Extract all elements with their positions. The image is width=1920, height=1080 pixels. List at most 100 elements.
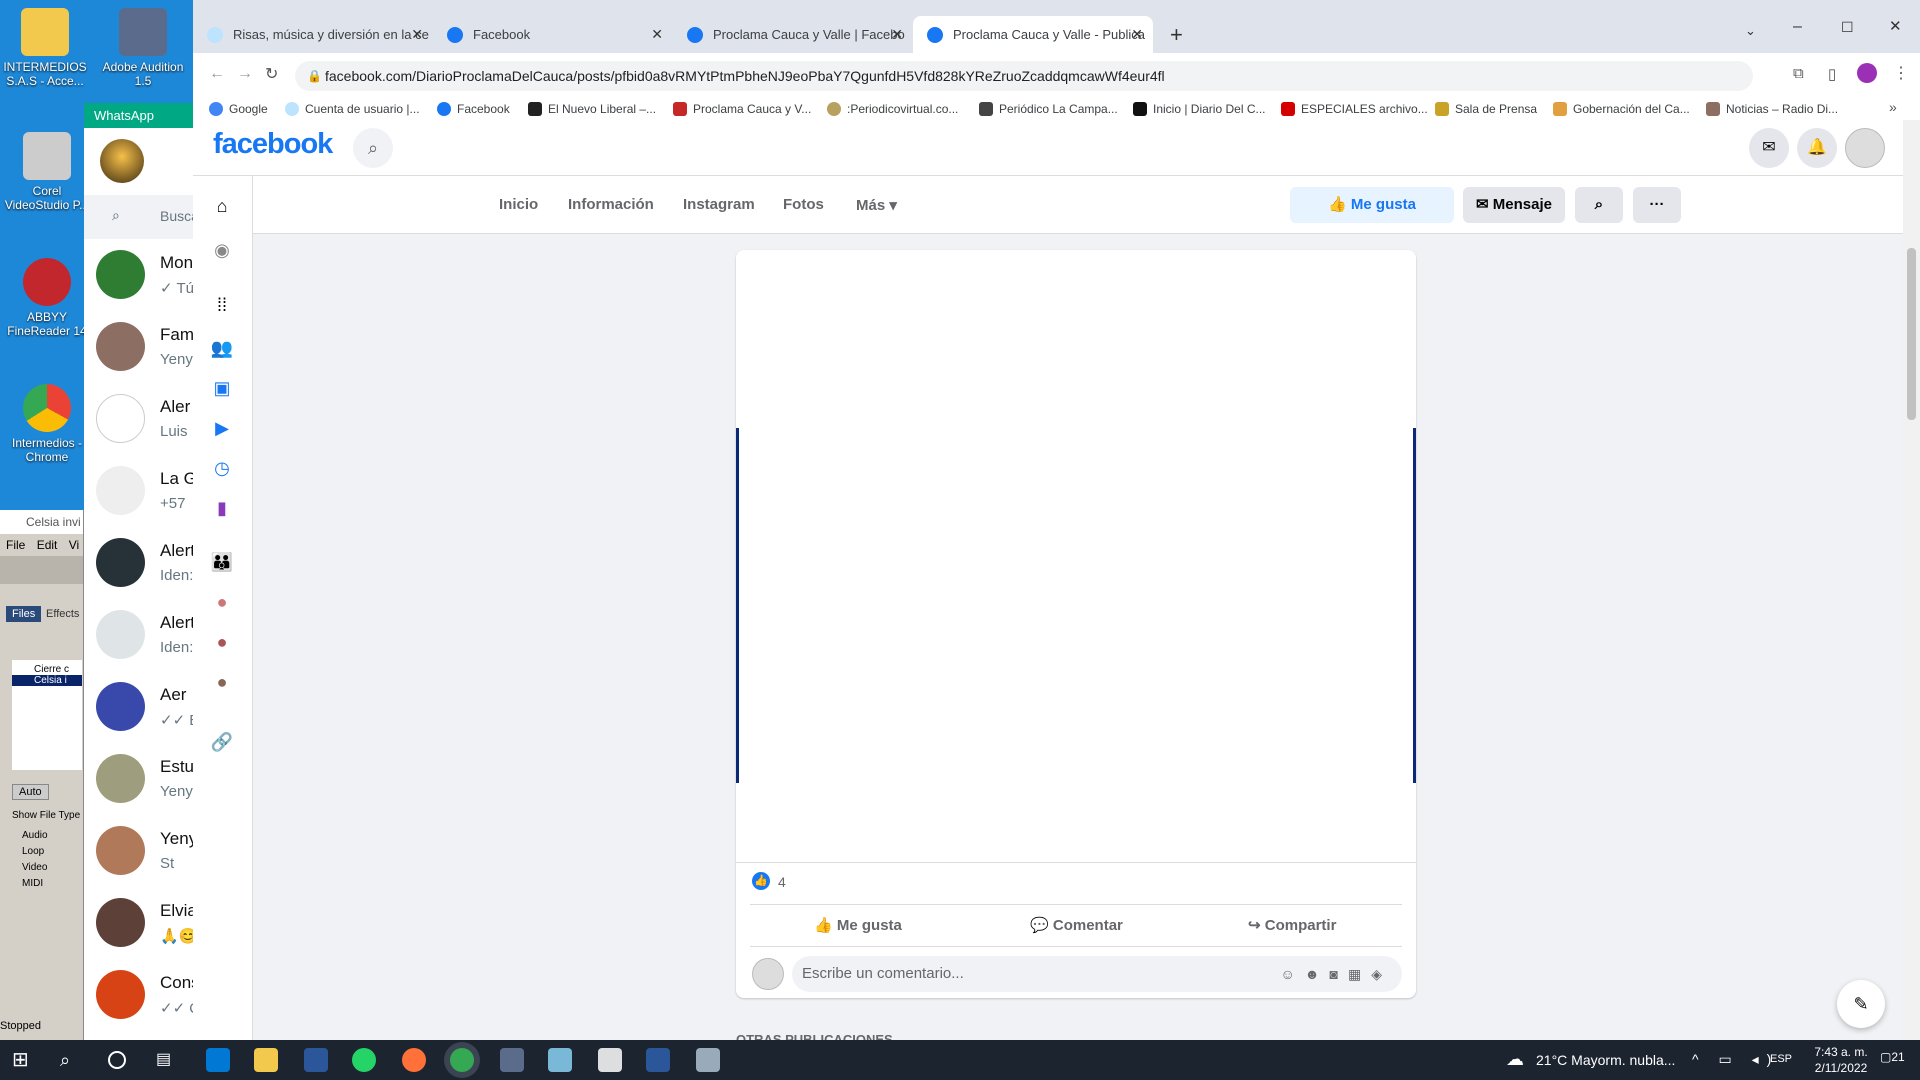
chat-item[interactable]: Aler Luis (84, 383, 194, 455)
group-shortcut-icon[interactable]: ● (210, 670, 234, 694)
desktop-icon-abbyy[interactable]: ABBYY FineReader 14 (2, 258, 92, 338)
close-icon[interactable]: ✕ (411, 16, 423, 53)
browser-tab[interactable]: Proclama Cauca y Valle | Facebo ✕ (673, 16, 913, 53)
group-shortcut-icon[interactable]: ● (210, 590, 234, 614)
browser-tab[interactable]: Risas, música y diversión en la ce ✕ (193, 16, 433, 53)
app-icon[interactable] (304, 1048, 328, 1072)
maximize-icon[interactable]: ☐ (1841, 12, 1854, 42)
tab-search-icon[interactable]: ⌄ (1745, 16, 1756, 46)
celsia-auto-button[interactable]: Auto (12, 784, 49, 800)
link-icon[interactable]: 🔗 (210, 730, 234, 754)
minimize-icon[interactable]: – (1793, 12, 1802, 42)
language-indicator[interactable]: ESP (1770, 1053, 1792, 1065)
like-page-button[interactable]: 👍 Me gusta (1290, 187, 1454, 223)
profile-avatar[interactable] (1857, 63, 1877, 83)
profile-icon[interactable]: ◉ (210, 238, 234, 262)
account-avatar[interactable] (1845, 128, 1885, 168)
desktop-icon-corel-videostudio[interactable]: Corel VideoStudio P... (2, 132, 92, 212)
close-icon[interactable]: ✕ (651, 16, 663, 53)
groups-icon[interactable]: 👪 (210, 550, 234, 574)
extensions-icon[interactable]: ⧉ (1793, 65, 1804, 82)
menu-grid-icon[interactable]: ⁞⁞ (210, 293, 234, 317)
store-icon[interactable] (206, 1048, 230, 1072)
like-button[interactable]: 👍 Me gusta (814, 912, 902, 940)
whatsapp-icon[interactable] (352, 1048, 376, 1072)
chat-item[interactable]: Alert Iden: (84, 599, 194, 671)
like-reaction-icon[interactable]: 👍 (752, 872, 770, 890)
tab-instagram[interactable]: Instagram (683, 196, 755, 213)
reaction-count[interactable]: 4 (778, 874, 786, 890)
memories-icon[interactable]: ◷ (210, 456, 234, 480)
avatar[interactable] (100, 139, 144, 183)
whatsapp-search[interactable]: ⌕ Busca (84, 195, 194, 239)
bookmark[interactable]: Facebook (437, 97, 510, 121)
firefox-icon[interactable] (402, 1048, 426, 1072)
tab-mas[interactable]: Más ▾ (856, 196, 897, 214)
celsia-file-types[interactable]: Audio Loop Video MIDI (22, 828, 48, 892)
bookmark[interactable]: Google (209, 97, 268, 121)
scrollbar[interactable] (1903, 120, 1920, 1040)
facebook-logo[interactable]: facebook (213, 128, 333, 161)
comment-button[interactable]: 💬 Comentar (1030, 912, 1123, 940)
chat-item[interactable]: Cons✓✓ Q (84, 959, 194, 1031)
chat-item[interactable]: La G +57 (84, 455, 194, 527)
search-icon[interactable]: ⌕ (353, 128, 393, 168)
clock[interactable]: 7:43 a. m. 2/11/2022 (1806, 1044, 1876, 1076)
weather-text[interactable]: 21°C Mayorm. nubla... (1536, 1052, 1675, 1068)
new-tab-icon[interactable]: + (1170, 16, 1183, 53)
bookmark[interactable]: Proclama Cauca y V... (673, 97, 811, 121)
address-bar[interactable]: 🔒 facebook.com/DiarioProclamaDelCauca/pos… (295, 61, 1753, 91)
celsia-toolbar[interactable] (0, 556, 83, 584)
desktop-icon-intermedios[interactable]: INTERMEDIOS S.A.S - Acce... (0, 8, 90, 88)
page-search-button[interactable]: ⌕ (1575, 187, 1623, 223)
audition-icon[interactable] (500, 1048, 524, 1072)
desktop-icon-adobe-audition[interactable]: Adobe Audition 1.5 (98, 8, 188, 88)
new-message-icon[interactable]: ✎ (1837, 980, 1885, 1028)
app-icon[interactable] (548, 1048, 572, 1072)
bookmark[interactable]: :Periodicovirtual.co... (827, 97, 958, 121)
chat-item[interactable]: Yeny St (84, 815, 194, 887)
back-icon[interactable]: ← (209, 65, 225, 83)
reload-icon[interactable]: ↻ (265, 64, 278, 84)
scrollbar-thumb[interactable] (1907, 248, 1916, 420)
more-options-button[interactable]: ··· (1633, 187, 1681, 223)
celsia-menu[interactable]: File Edit Vi (0, 534, 83, 556)
chat-item[interactable]: Estu Yeny (84, 743, 194, 815)
comment-input[interactable]: Escribe un comentario... ☺☻◙▦◈ (792, 956, 1402, 992)
celsia-file-list[interactable]: Cierre c Celsia i (12, 660, 82, 770)
bookmark[interactable]: Gobernación del Ca... (1553, 97, 1690, 121)
tab-informacion[interactable]: Información (568, 196, 654, 213)
saved-icon[interactable]: ▮ (210, 496, 234, 520)
bookmark[interactable]: Noticias – Radio Di... (1706, 97, 1838, 121)
start-icon[interactable]: ⊞ (12, 1048, 36, 1072)
celsia-tab-effects[interactable]: Effects (46, 608, 79, 620)
share-button[interactable]: ↪ Compartir (1248, 912, 1336, 940)
task-view-icon[interactable]: ▤ (156, 1048, 180, 1072)
bookmark[interactable]: Cuenta de usuario |... (285, 97, 420, 121)
chrome-icon[interactable] (450, 1048, 474, 1072)
chat-item[interactable]: Mon ✓ Tú (84, 239, 194, 311)
messenger-icon[interactable]: ✉ (1749, 128, 1789, 168)
window-close-icon[interactable]: ✕ (1889, 12, 1902, 42)
chat-item[interactable]: Alert Iden: (84, 527, 194, 599)
browser-tab[interactable]: Facebook ✕ (433, 16, 673, 53)
video-player[interactable] (736, 428, 1416, 783)
friends-icon[interactable]: 👥 (210, 336, 234, 360)
celsia-file[interactable]: Celsia i (12, 675, 82, 686)
group-shortcut-icon[interactable]: ● (210, 630, 234, 654)
bookmark[interactable]: ESPECIALES archivo... (1281, 97, 1428, 121)
browser-tab-active[interactable]: Proclama Cauca y Valle - Publica ✕ (913, 16, 1153, 53)
bookmark[interactable]: Sala de Prensa (1435, 97, 1537, 121)
comment-tools-icon[interactable]: ☺☻◙▦◈ (1281, 956, 1392, 992)
word-icon[interactable] (646, 1048, 670, 1072)
close-icon[interactable]: ✕ (891, 16, 903, 53)
marketplace-icon[interactable]: ▣ (210, 376, 234, 400)
sidepanel-icon[interactable]: ▯ (1828, 65, 1836, 83)
notifications-icon[interactable]: 🔔 (1797, 128, 1837, 168)
bookmark[interactable]: Periódico La Campa... (979, 97, 1118, 121)
tab-fotos[interactable]: Fotos (783, 196, 824, 213)
chat-item[interactable]: Aer✓✓ Bi (84, 671, 194, 743)
bookmark[interactable]: El Nuevo Liberal –... (528, 97, 656, 121)
forward-icon[interactable]: → (237, 65, 253, 83)
file-explorer-icon[interactable] (254, 1048, 278, 1072)
